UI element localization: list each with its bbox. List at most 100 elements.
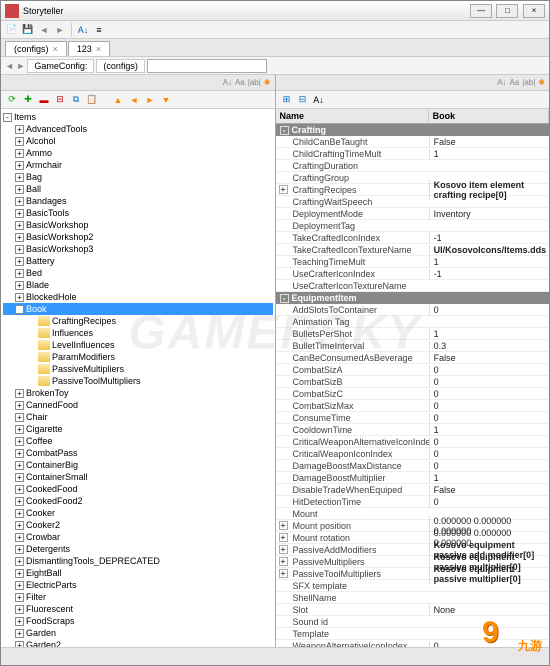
expander-icon[interactable]: + [15, 533, 24, 542]
tab-123[interactable]: 123× [68, 41, 110, 56]
expander-icon[interactable]: + [279, 545, 288, 554]
close-icon[interactable]: × [96, 44, 101, 54]
tree-item[interactable]: +Coffee [3, 435, 273, 447]
tree-item[interactable]: +BasicWorkshop2 [3, 231, 273, 243]
nav-down-icon[interactable]: ▼ [159, 93, 173, 107]
property-row[interactable]: DamageBoostMaxDistance0 [276, 460, 550, 472]
property-row[interactable]: CombatSizMax0 [276, 400, 550, 412]
property-row[interactable]: TakeCraftedIconTextureNameUI/KosovoIcons… [276, 244, 550, 256]
add-icon[interactable]: ✚ [21, 93, 35, 107]
tree-item[interactable]: +ContainerSmall [3, 471, 273, 483]
tree-item[interactable]: +Ammo [3, 147, 273, 159]
property-row[interactable]: AddSlotsToContainer0 [276, 304, 550, 316]
property-row[interactable]: TakeCraftedIconIndex-1 [276, 232, 550, 244]
section-header[interactable]: -Crafting [276, 124, 550, 136]
expander-icon[interactable]: + [15, 449, 24, 458]
sort-icon[interactable]: A↓ [497, 78, 506, 87]
tab-configs[interactable]: (configs)× [5, 41, 67, 56]
tree-item[interactable]: ParamModifiers [3, 351, 273, 363]
property-value[interactable]: 0 [429, 389, 549, 399]
property-value[interactable]: Inventory [429, 209, 549, 219]
expander-icon[interactable]: + [279, 521, 288, 530]
property-row[interactable]: Sound id [276, 616, 550, 628]
expander-icon[interactable]: + [15, 461, 24, 470]
tree-item[interactable]: +CookedFood [3, 483, 273, 495]
expander-icon[interactable]: + [15, 557, 24, 566]
property-row[interactable]: CooldownTime1 [276, 424, 550, 436]
tree-item[interactable]: +Filter [3, 591, 273, 603]
property-row[interactable]: DeploymentModeInventory [276, 208, 550, 220]
search-icon[interactable]: ✱ [538, 78, 545, 87]
expander-icon[interactable]: + [15, 209, 24, 218]
property-row[interactable]: HitDetectionTime0 [276, 496, 550, 508]
property-value[interactable]: 0 [429, 401, 549, 411]
property-row[interactable]: Animation Tag [276, 316, 550, 328]
section-header[interactable]: -EquipmentItem [276, 292, 550, 304]
expander-icon[interactable]: + [15, 149, 24, 158]
expander-icon[interactable]: + [15, 137, 24, 146]
tree-item[interactable]: +Cooker2 [3, 519, 273, 531]
property-row[interactable]: BulletTimeInterval0.3 [276, 340, 550, 352]
expander-icon[interactable]: + [15, 497, 24, 506]
property-row[interactable]: TeachingTimeMult1 [276, 256, 550, 268]
tree-item[interactable]: +Alcohol [3, 135, 273, 147]
expander-icon[interactable]: + [15, 425, 24, 434]
expander-icon[interactable]: + [15, 617, 24, 626]
remove-icon[interactable]: ⊟ [53, 93, 67, 107]
expander-icon[interactable]: + [279, 533, 288, 542]
whole-icon[interactable]: |ab| [248, 78, 261, 87]
expander-icon[interactable]: + [15, 245, 24, 254]
nav-up-icon[interactable]: ▲ [111, 93, 125, 107]
sort-icon[interactable]: A↓ [312, 93, 326, 107]
tree-item[interactable]: PassiveMultipliers [3, 363, 273, 375]
tree-item[interactable]: +BlockedHole [3, 291, 273, 303]
expander-icon[interactable]: + [15, 401, 24, 410]
property-value[interactable]: None [429, 605, 549, 615]
grid-header-name[interactable]: Name [276, 109, 429, 123]
property-row[interactable]: WeaponAlternativeIconIndex0 [276, 640, 550, 647]
tree-item[interactable]: +BasicWorkshop [3, 219, 273, 231]
expander-icon[interactable]: + [279, 569, 288, 578]
property-value[interactable]: Kosovo equipment passive multiplier[0] [429, 564, 549, 584]
property-value[interactable]: 1 [429, 149, 549, 159]
tree-item[interactable]: +Fluorescent [3, 603, 273, 615]
property-row[interactable]: CombatSizB0 [276, 376, 550, 388]
expander-icon[interactable]: + [279, 185, 288, 194]
tree-item[interactable]: +FoodScraps [3, 615, 273, 627]
tree-item[interactable]: +Ball [3, 183, 273, 195]
nav-left-icon[interactable]: ◄ [127, 93, 141, 107]
property-value[interactable]: 0 [429, 305, 549, 315]
grid-header-value[interactable]: Book [429, 109, 549, 123]
expander-icon[interactable]: + [15, 281, 24, 290]
property-value[interactable]: 0 [429, 365, 549, 375]
expand-icon[interactable]: ⊞ [280, 93, 294, 107]
tree-item[interactable]: +Detergents [3, 543, 273, 555]
property-value[interactable]: False [429, 485, 549, 495]
expander-icon[interactable]: + [15, 485, 24, 494]
minimize-button[interactable]: — [470, 4, 492, 18]
tree-item[interactable]: +Garden2 [3, 639, 273, 647]
property-row[interactable]: DisableTradeWhenEquipedFalse [276, 484, 550, 496]
forward-icon[interactable]: ► [53, 23, 67, 37]
maximize-button[interactable]: □ [496, 4, 518, 18]
expander-icon[interactable]: - [15, 305, 24, 314]
case-icon[interactable]: Aa [509, 78, 519, 87]
new-icon[interactable]: 📄 [5, 23, 19, 37]
property-row[interactable]: ShellName [276, 592, 550, 604]
expander-icon[interactable]: + [15, 437, 24, 446]
tree-item[interactable]: +CombatPass [3, 447, 273, 459]
property-value[interactable]: 0 [429, 413, 549, 423]
tree-item[interactable]: +AdvancedTools [3, 123, 273, 135]
tree-item[interactable]: LevelInfluences [3, 339, 273, 351]
property-row[interactable]: CanBeConsumedAsBeverageFalse [276, 352, 550, 364]
property-row[interactable]: +CraftingRecipesKosovo item element craf… [276, 184, 550, 196]
property-value[interactable]: 0 [429, 497, 549, 507]
expander-icon[interactable]: + [15, 293, 24, 302]
expander-icon[interactable]: + [15, 581, 24, 590]
tree-item[interactable]: PassiveToolMultipliers [3, 375, 273, 387]
expander-icon[interactable]: - [280, 126, 289, 135]
property-value[interactable]: 0 [429, 377, 549, 387]
expander-icon[interactable]: - [280, 294, 289, 303]
property-row[interactable]: CriticalWeaponIconIndex0 [276, 448, 550, 460]
tree-item[interactable]: +Bandages [3, 195, 273, 207]
